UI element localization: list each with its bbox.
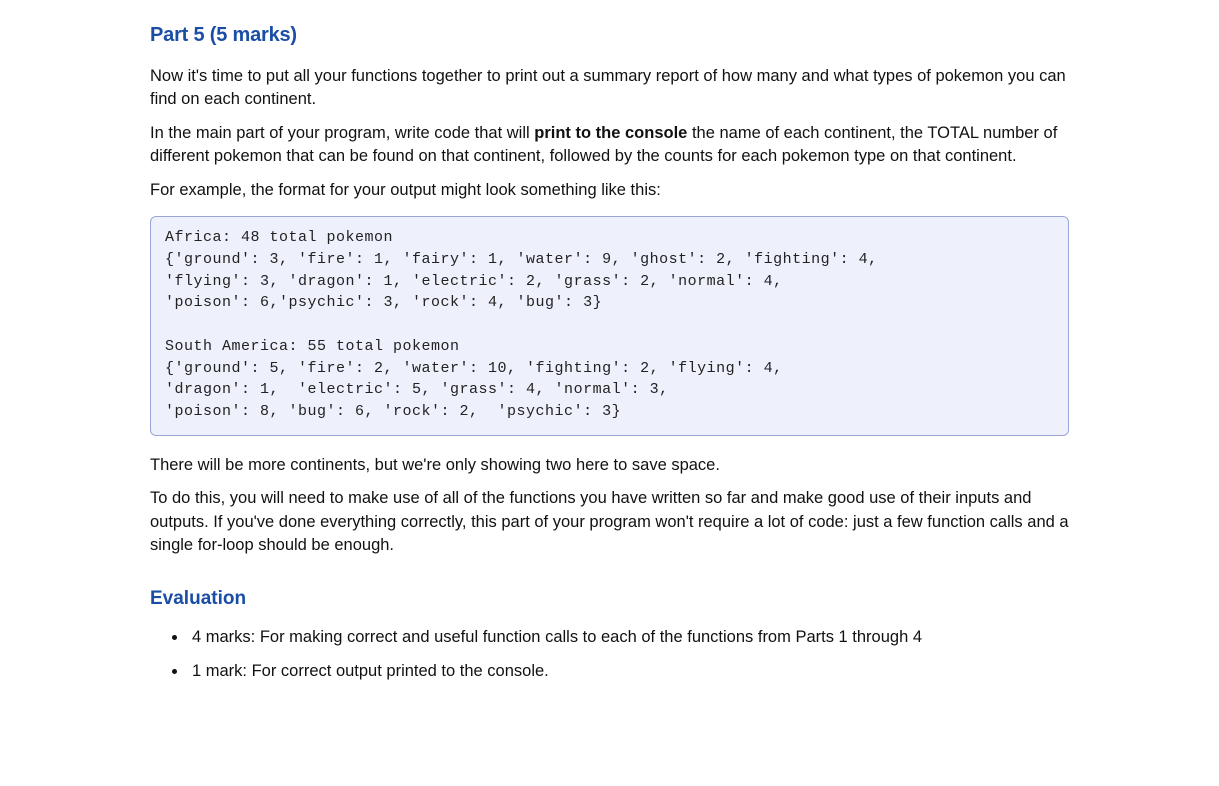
bold-text: print to the console: [534, 124, 687, 142]
text-span: In the main part of your program, write …: [150, 124, 534, 142]
intro-paragraph-2: In the main part of your program, write …: [150, 122, 1069, 169]
document-page: Part 5 (5 marks) Now it's time to put al…: [0, 0, 1219, 786]
intro-paragraph-3: For example, the format for your output …: [150, 179, 1069, 202]
list-item: 4 marks: For making correct and useful f…: [188, 624, 1069, 650]
followup-paragraph-1: There will be more continents, but we're…: [150, 454, 1069, 477]
section-heading: Part 5 (5 marks): [150, 24, 1069, 47]
example-output-code: Africa: 48 total pokemon {'ground': 3, '…: [150, 216, 1069, 436]
intro-paragraph-1: Now it's time to put all your functions …: [150, 65, 1069, 112]
list-item: 1 mark: For correct output printed to th…: [188, 658, 1069, 684]
followup-paragraph-2: To do this, you will need to make use of…: [150, 487, 1069, 557]
evaluation-heading: Evaluation: [150, 588, 1069, 610]
evaluation-list: 4 marks: For making correct and useful f…: [170, 624, 1069, 685]
